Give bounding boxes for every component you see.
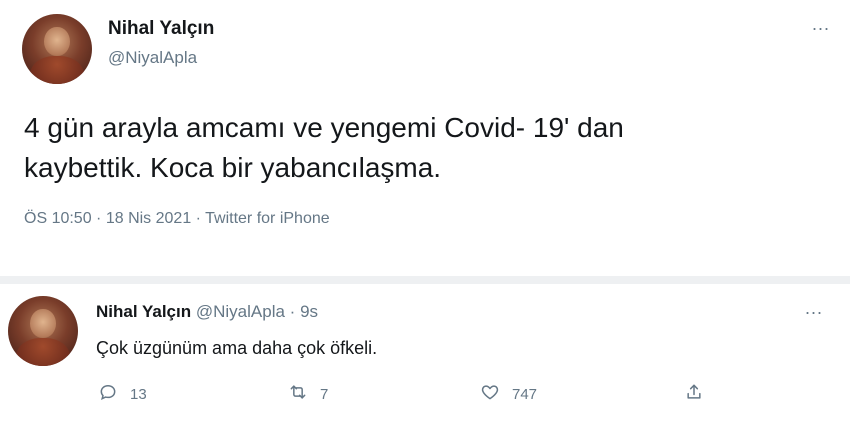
retweet-icon (288, 382, 308, 406)
share-button[interactable] (684, 382, 704, 406)
author-name[interactable]: Nihal Yalçın (108, 18, 214, 40)
tweet-text-line: kaybettik. Koca bir yabancılaşma. (24, 152, 442, 183)
share-icon (684, 382, 704, 406)
like-count: 747 (512, 385, 538, 403)
avatar[interactable] (22, 14, 92, 84)
divider (0, 276, 850, 284)
more-icon[interactable]: ... (805, 298, 823, 319)
avatar-face (30, 308, 56, 338)
avatar-body (16, 338, 70, 366)
retweet-count: 7 (320, 385, 329, 403)
avatar-face (44, 26, 70, 56)
reply-button[interactable]: 13 (98, 382, 147, 406)
main-tweet: Nihal Yalçın @NiyalApla ... 4 gün arayla… (0, 0, 850, 280)
heart-icon (480, 382, 500, 406)
avatar[interactable] (8, 296, 78, 366)
separator-dot: · (289, 302, 296, 321)
reply-count: 13 (130, 385, 147, 403)
tweet-text: 4 gün arayla amcamı ve yengemi Covid- 19… (24, 108, 804, 188)
retweet-button[interactable]: 7 (288, 382, 328, 406)
author-handle[interactable]: @NiyalApla (196, 302, 285, 321)
tweet-metadata[interactable]: ÖS 10:50 · 18 Nis 2021 · Twitter for iPh… (24, 210, 330, 228)
author-name[interactable]: Nihal Yalçın (96, 302, 191, 321)
tweet-time[interactable]: 9s (300, 302, 318, 321)
reply-header: Nihal Yalçın @NiyalApla · 9s (96, 302, 318, 322)
tweet-text: Çok üzgünüm ama daha çok öfkeli. (96, 338, 378, 358)
more-icon[interactable]: ... (812, 14, 830, 35)
avatar-body (30, 56, 84, 84)
like-button[interactable]: 747 (480, 382, 537, 406)
author-handle[interactable]: @NiyalApla (108, 48, 197, 68)
tweet-text-line: 4 gün arayla amcamı ve yengemi Covid- 19… (24, 112, 624, 143)
reply-icon (98, 382, 118, 406)
